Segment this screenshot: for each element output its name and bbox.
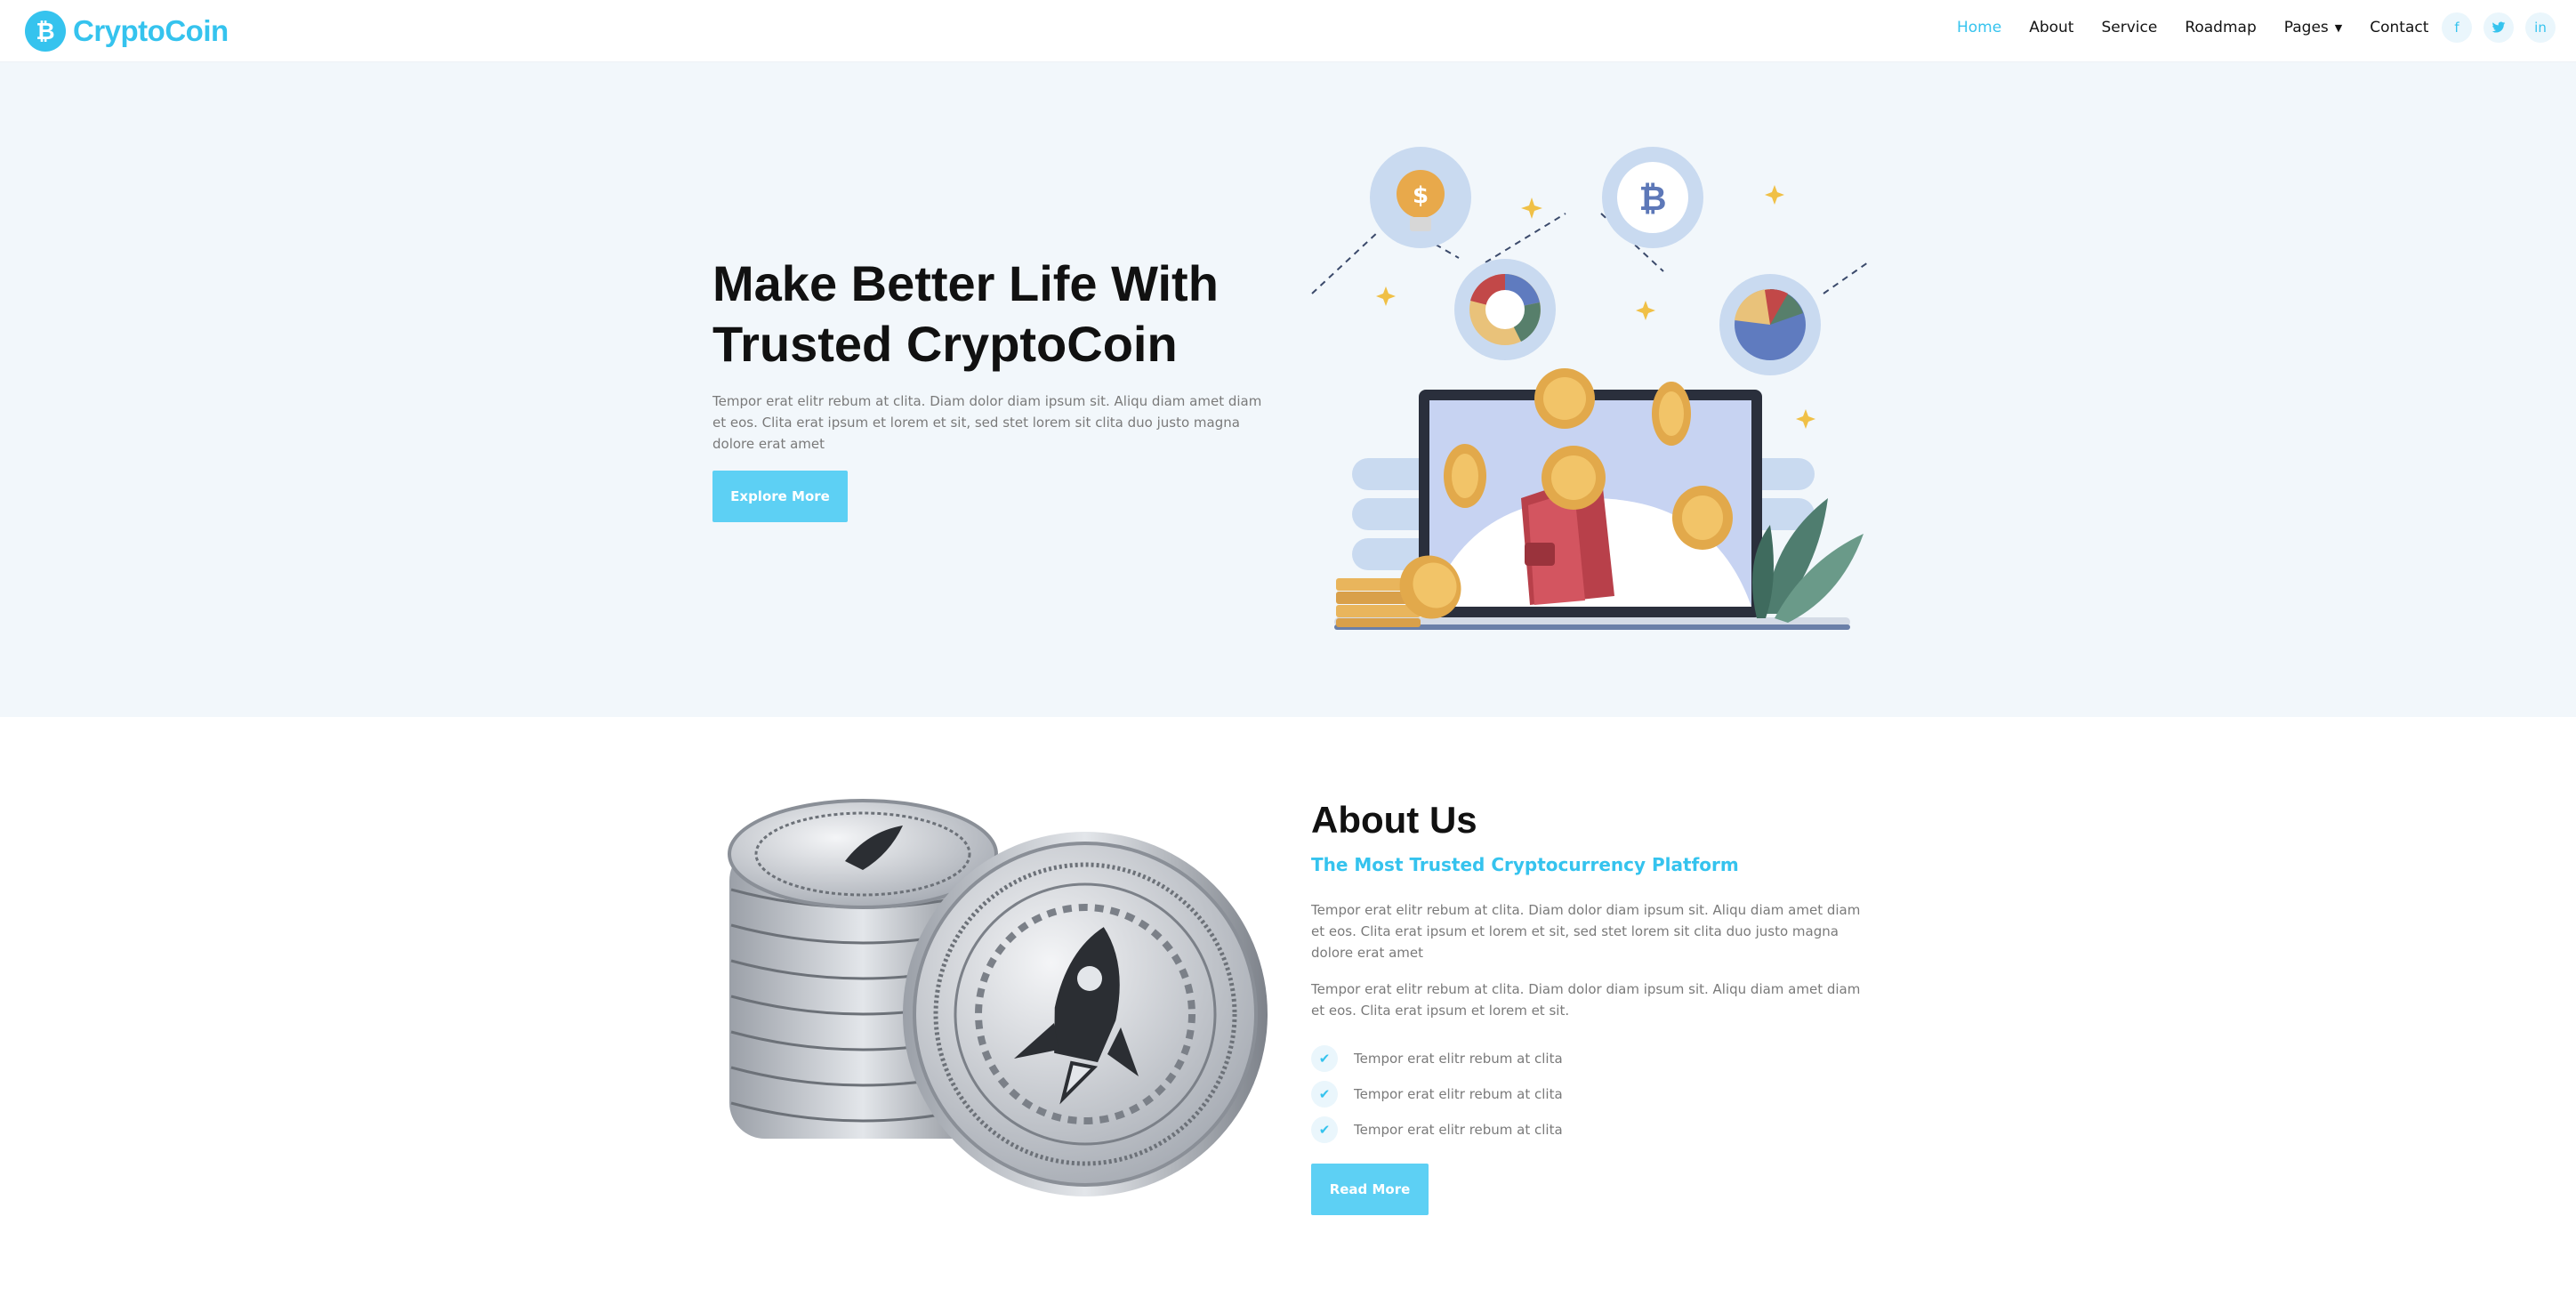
- svg-text:₿: ₿: [1639, 179, 1667, 218]
- checklist-item-text: Tempor erat elitr rebum at clita: [1354, 1086, 1563, 1102]
- navbar: ₿ CryptoCoin Home About Service Roadmap …: [0, 0, 2576, 62]
- hero-section: Make Better Life With Trusted CryptoCoin…: [0, 62, 2576, 717]
- donut-chart-icon: [1454, 259, 1556, 360]
- nav-item-pages-label: Pages: [2283, 19, 2329, 36]
- check-icon: ✔: [1311, 1081, 1338, 1108]
- nav-item-about[interactable]: About: [2029, 19, 2073, 36]
- explore-more-button[interactable]: Explore More: [712, 471, 848, 522]
- nav-item-roadmap[interactable]: Roadmap: [2185, 19, 2256, 36]
- coin-stack-illustration: [728, 799, 1268, 1196]
- checklist-item: ✔ Tempor erat elitr rebum at clita: [1311, 1041, 1563, 1076]
- check-icon: ✔: [1311, 1116, 1338, 1143]
- bitcoin-circle-icon: ₿: [1602, 147, 1703, 248]
- facebook-icon[interactable]: f: [2442, 12, 2472, 43]
- hero-illustration: $ ₿: [1311, 147, 1869, 630]
- about-subtitle: The Most Trusted Cryptocurrency Platform: [1311, 854, 1739, 875]
- about-paragraph-2: Tempor erat elitr rebum at clita. Diam d…: [1311, 981, 1861, 1019]
- nav-item-service[interactable]: Service: [2101, 19, 2157, 36]
- hero-text: Tempor erat elitr rebum at clita. Diam d…: [712, 393, 1262, 452]
- about-paragraph-1: Tempor erat elitr rebum at clita. Diam d…: [1311, 902, 1861, 961]
- checklist-item: ✔ Tempor erat elitr rebum at clita: [1311, 1112, 1563, 1148]
- hero-title-line2: Trusted CryptoCoin: [712, 316, 1178, 372]
- brand-logo[interactable]: ₿ CryptoCoin: [25, 9, 229, 53]
- lightbulb-icon: $: [1370, 147, 1471, 248]
- read-more-button[interactable]: Read More: [1311, 1164, 1429, 1215]
- brand-name: CryptoCoin: [73, 14, 229, 47]
- nav-item-home[interactable]: Home: [1957, 19, 2001, 36]
- front-coin-rocket: [903, 832, 1268, 1196]
- hero-title: Make Better Life With Trusted CryptoCoin: [712, 254, 1246, 375]
- feature-checklist: ✔ Tempor erat elitr rebum at clita ✔ Tem…: [1311, 1041, 1563, 1148]
- nav-item-pages[interactable]: Pages ▼: [2284, 19, 2342, 36]
- pie-chart-icon: [1719, 274, 1821, 375]
- check-icon: ✔: [1311, 1045, 1338, 1072]
- about-title: About Us: [1311, 799, 1477, 841]
- linkedin-icon[interactable]: in: [2525, 12, 2556, 43]
- checklist-item-text: Tempor erat elitr rebum at clita: [1354, 1122, 1563, 1138]
- hero-title-line1: Make Better Life With: [712, 255, 1219, 311]
- bitcoin-icon: ₿: [25, 11, 66, 52]
- checklist-item-text: Tempor erat elitr rebum at clita: [1354, 1051, 1563, 1067]
- checklist-item: ✔ Tempor erat elitr rebum at clita: [1311, 1076, 1563, 1112]
- nav-item-contact[interactable]: Contact: [2370, 19, 2428, 36]
- social-links: f in: [2442, 12, 2567, 43]
- svg-text:$: $: [1413, 182, 1429, 209]
- twitter-icon[interactable]: [2483, 12, 2514, 43]
- main-nav: Home About Service Roadmap Pages ▼ Conta…: [1957, 0, 2456, 55]
- chevron-down-icon: ▼: [2334, 21, 2343, 34]
